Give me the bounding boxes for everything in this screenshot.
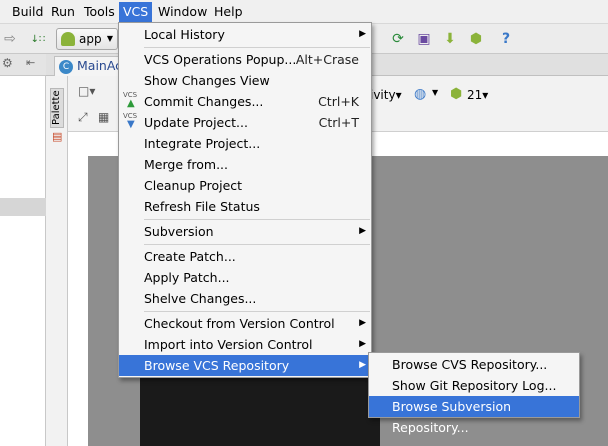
menu-item-subversion[interactable]: Subversion ▶ bbox=[119, 221, 371, 242]
menu-item-label: Browse CVS Repository... bbox=[392, 357, 548, 372]
menu-item-apply-patch[interactable]: Apply Patch... bbox=[119, 267, 371, 288]
submenu-item-browse-cvs[interactable]: Browse CVS Repository... bbox=[369, 354, 579, 375]
menu-item-label: VCS Operations Popup... bbox=[144, 52, 297, 67]
android-icon bbox=[61, 32, 75, 46]
menu-item-refresh-file-status[interactable]: Refresh File Status bbox=[119, 196, 371, 217]
menu-separator bbox=[144, 219, 370, 220]
project-pane bbox=[0, 54, 46, 446]
menu-item-label: Create Patch... bbox=[144, 249, 236, 264]
menu-tools[interactable]: Tools bbox=[80, 2, 119, 22]
menu-item-label: Show Changes View bbox=[144, 73, 270, 88]
gear-icon[interactable]: ⚙ bbox=[2, 56, 13, 70]
submenu-arrow-icon: ▶ bbox=[359, 29, 366, 39]
menu-item-browse-vcs-repository[interactable]: Browse VCS Repository ▶ bbox=[119, 355, 371, 376]
back-arrow-icon[interactable]: ⇨ bbox=[0, 29, 20, 49]
menu-item-show-changes-view[interactable]: Show Changes View bbox=[119, 70, 371, 91]
menu-separator bbox=[144, 244, 370, 245]
menu-item-vcs-operations-popup[interactable]: VCS Operations Popup... Alt+Crase bbox=[119, 49, 371, 70]
submenu-arrow-icon: ▶ bbox=[359, 360, 366, 370]
menu-item-cleanup-project[interactable]: Cleanup Project bbox=[119, 175, 371, 196]
palette-widget-icon: ▤ bbox=[52, 130, 63, 143]
collapse-icon[interactable]: ⇤ bbox=[26, 56, 35, 69]
menu-item-update-project[interactable]: VCS ▼ Update Project... Ctrl+T bbox=[119, 112, 371, 133]
menu-window[interactable]: Window bbox=[154, 2, 211, 22]
locale-globe-icon[interactable]: ◍ bbox=[414, 86, 426, 102]
menu-shortcut: Alt+Crase bbox=[295, 52, 359, 67]
vcs-update-icon: VCS ▼ bbox=[123, 112, 138, 130]
project-selected-row[interactable] bbox=[0, 198, 46, 216]
menu-item-label: Local History bbox=[144, 27, 225, 42]
menu-item-merge-from[interactable]: Merge from... bbox=[119, 154, 371, 175]
run-config-label: app bbox=[79, 32, 102, 46]
activity-dropdown[interactable]: ivity▾ bbox=[370, 88, 402, 102]
menu-item-local-history[interactable]: Local History ▶ bbox=[119, 24, 371, 45]
menu-item-label: Shelve Changes... bbox=[144, 291, 257, 306]
android-api-icon: ⬢ bbox=[450, 86, 463, 102]
submenu-arrow-icon: ▶ bbox=[359, 339, 366, 349]
menu-item-shelve-changes[interactable]: Shelve Changes... bbox=[119, 288, 371, 309]
class-icon: C bbox=[59, 60, 73, 74]
api-level-label: 21 bbox=[467, 88, 483, 102]
api-level-dropdown[interactable]: 21▾ bbox=[467, 88, 488, 102]
vcs-commit-icon: VCS ▲ bbox=[123, 91, 138, 109]
menu-separator bbox=[144, 47, 370, 48]
menu-vcs[interactable]: VCS bbox=[119, 2, 153, 22]
menu-item-import-into-vcs[interactable]: Import into Version Control ▶ bbox=[119, 334, 371, 355]
layout-icon[interactable]: ▦ bbox=[98, 110, 109, 124]
menu-item-label: Commit Changes... bbox=[144, 94, 264, 109]
run-config-dropdown[interactable]: app ▼ bbox=[56, 28, 118, 50]
browse-vcs-submenu: Browse CVS Repository... Show Git Reposi… bbox=[368, 352, 580, 435]
menu-run[interactable]: Run bbox=[47, 2, 79, 22]
menu-item-label: Cleanup Project bbox=[144, 178, 243, 193]
menu-item-label: Merge from... bbox=[144, 157, 229, 172]
menu-item-label: Subversion bbox=[144, 224, 214, 239]
menu-item-integrate-project[interactable]: Integrate Project... bbox=[119, 133, 371, 154]
menu-help[interactable]: Help bbox=[210, 2, 247, 22]
zoom-fit-icon[interactable]: ⤢ bbox=[78, 110, 88, 125]
menu-shortcut: Ctrl+K bbox=[318, 94, 359, 109]
menu-separator bbox=[144, 311, 370, 312]
sdk-manager-icon[interactable]: ⬇ bbox=[440, 29, 460, 49]
new-layout-icon[interactable]: □▾ bbox=[78, 84, 95, 98]
help-icon[interactable]: ? bbox=[496, 29, 516, 49]
make-icon[interactable]: ↓∷ bbox=[28, 29, 48, 49]
menu-item-label: Update Project... bbox=[144, 115, 248, 130]
menu-item-label: Import into Version Control bbox=[144, 337, 313, 352]
submenu-item-show-git-log[interactable]: Show Git Repository Log... bbox=[369, 375, 579, 396]
chevron-down-icon: ▼ bbox=[432, 88, 439, 97]
avd-manager-icon[interactable]: ▣ bbox=[414, 29, 434, 49]
menu-item-label: Checkout from Version Control bbox=[144, 316, 335, 331]
device-screen bbox=[140, 370, 380, 446]
menu-build[interactable]: Build bbox=[8, 2, 47, 22]
activity-label: ivity bbox=[370, 88, 396, 102]
menu-item-checkout-from-vcs[interactable]: Checkout from Version Control ▶ bbox=[119, 313, 371, 334]
menu-bar: Build Run Tools VCS Window Help bbox=[0, 0, 608, 24]
menu-item-label: Browse VCS Repository bbox=[144, 358, 290, 373]
sync-icon[interactable]: ⟳ bbox=[388, 29, 408, 49]
menu-item-label: Apply Patch... bbox=[144, 270, 230, 285]
menu-item-label: Refresh File Status bbox=[144, 199, 260, 214]
menu-item-create-patch[interactable]: Create Patch... bbox=[119, 246, 371, 267]
vcs-menu: Local History ▶ VCS Operations Popup... … bbox=[118, 22, 372, 378]
submenu-item-browse-subversion[interactable]: Browse Subversion Repository... bbox=[369, 396, 579, 435]
android-device-icon[interactable]: ⬢ bbox=[466, 29, 486, 49]
menu-item-label: Integrate Project... bbox=[144, 136, 261, 151]
submenu-arrow-icon: ▶ bbox=[359, 318, 366, 328]
menu-item-commit-changes[interactable]: VCS ▲ Commit Changes... Ctrl+K bbox=[119, 91, 371, 112]
project-pane-header: ⚙ ⇤ bbox=[0, 54, 46, 76]
chevron-down-icon: ▼ bbox=[106, 34, 113, 43]
submenu-arrow-icon: ▶ bbox=[359, 226, 366, 236]
menu-shortcut: Ctrl+T bbox=[318, 115, 359, 130]
menu-item-label: Show Git Repository Log... bbox=[392, 378, 557, 393]
palette-tab[interactable]: Palette bbox=[50, 88, 64, 128]
